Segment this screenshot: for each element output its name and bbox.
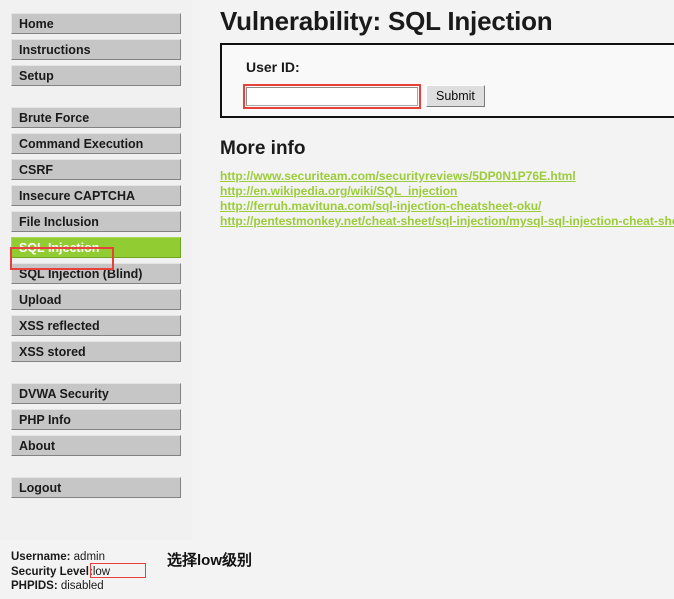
more-info-link[interactable]: http://www.securiteam.com/securityreview… [220,169,576,184]
sidebar-list-item: PHP Info [0,409,192,430]
more-info-list-item: http://en.wikipedia.org/wiki/SQL_injecti… [220,184,674,199]
sidebar-item-xss-reflected[interactable]: XSS reflected [11,315,181,336]
sql-injection-form-box: User ID: Submit [220,43,674,118]
sidebar-item-logout[interactable]: Logout [11,477,181,498]
security-level-label: Security Level: [11,565,93,578]
username-row: Username: admin [11,550,110,565]
sidebar-list-item: XSS reflected [0,315,192,336]
phpids-value: disabled [60,580,104,592]
sidebar-list-item: About [0,435,192,456]
sidebar-list-item: Setup [0,65,192,86]
security-level-value: low [92,565,111,578]
sidebar-list-item: Instructions [0,39,192,60]
sidebar-item-file-inclusion[interactable]: File Inclusion [11,211,181,232]
sidebar-item-upload[interactable]: Upload [11,289,181,310]
nav-group-session: Logout [0,477,192,498]
sidebar-list-item: Home [0,13,192,34]
sidebar-item-insecure-captcha[interactable]: Insecure CAPTCHA [11,185,181,206]
sidebar-item-php-info[interactable]: PHP Info [11,409,181,430]
sidebar-item-xss-stored[interactable]: XSS stored [11,341,181,362]
sidebar-list-item: Logout [0,477,192,498]
sidebar-item-sql-injection-blind[interactable]: SQL Injection (Blind) [11,263,181,284]
sidebar-list-item: SQL Injection (Blind) [0,263,192,284]
system-info: Username: admin Security Level:low PHPID… [11,550,146,594]
sidebar-item-instructions[interactable]: Instructions [11,39,181,60]
sidebar-list-item: CSRF [0,159,192,180]
sidebar-list-item: XSS stored [0,341,192,362]
more-info-list-item: http://www.securiteam.com/securityreview… [220,169,674,184]
sidebar-item-about[interactable]: About [11,435,181,456]
sidebar-list-item: Insecure CAPTCHA [0,185,192,206]
more-info-list-item: http://pentestmonkey.net/cheat-sheet/sql… [220,214,674,229]
more-info-heading: More info [220,138,306,159]
page-title: Vulnerability: SQL Injection [220,6,553,36]
nav-group-vulnerabilities: Brute Force Command Execution CSRF Insecure… [0,107,192,362]
username-value: admin [73,551,105,563]
more-info-list-item: http://ferruh.mavituna.com/sql-injection… [220,199,674,214]
sidebar-item-setup[interactable]: Setup [11,65,181,86]
more-info-link[interactable]: http://pentestmonkey.net/cheat-sheet/sql… [220,214,674,229]
nav-group-tools: DVWA Security PHP Info About [0,383,192,456]
nav-group-main: Home Instructions Setup [0,13,192,86]
security-level-row: Security Level:low [11,562,146,580]
sidebar-item-command-execution[interactable]: Command Execution [11,133,181,154]
sidebar-item-brute-force[interactable]: Brute Force [11,107,181,128]
sidebar-list-item: SQL Injection [0,237,192,258]
sidebar-item-home[interactable]: Home [11,13,181,34]
security-level-value-wrap: low [89,562,146,580]
sidebar-list-item: DVWA Security [0,383,192,404]
dvwa-page: Home Instructions Setup Brute Force Command… [0,0,674,599]
more-info-link[interactable]: http://ferruh.mavituna.com/sql-injection… [220,199,541,214]
more-info-link[interactable]: http://en.wikipedia.org/wiki/SQL_injecti… [220,184,457,199]
user-id-label: User ID: [246,59,300,75]
sidebar-item-csrf[interactable]: CSRF [11,159,181,180]
more-info-link-list: http://www.securiteam.com/securityreview… [220,160,674,229]
sidebar-list-item: Upload [0,289,192,310]
user-id-input[interactable] [246,87,418,106]
sidebar-list-item: File Inclusion [0,211,192,232]
phpids-row: PHPIDS: disabled [11,579,110,594]
phpids-label: PHPIDS: [11,580,58,592]
sidebar-item-sql-injection[interactable]: SQL Injection [11,237,181,258]
sidebar-list-item: Brute Force [0,107,192,128]
sidebar: Home Instructions Setup Brute Force Command… [0,0,192,540]
sidebar-list-item: Command Execution [0,133,192,154]
main-content: Vulnerability: SQL Injection User ID: Su… [220,0,674,599]
submit-button[interactable]: Submit [426,85,485,107]
sidebar-item-dvwa-security[interactable]: DVWA Security [11,383,181,404]
username-label: Username: [11,551,71,563]
